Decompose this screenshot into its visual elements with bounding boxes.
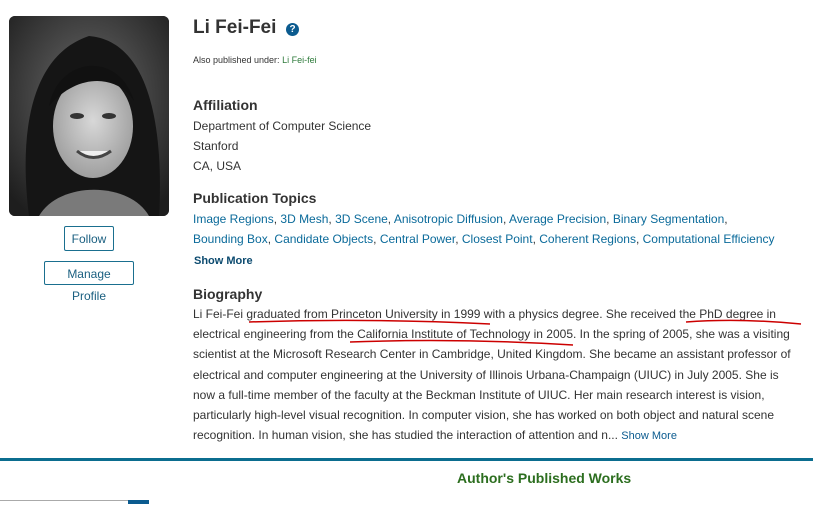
biography-line-last: recognition. In human vision, she has st… xyxy=(193,425,793,446)
affiliation-line: CA, USA xyxy=(193,159,242,173)
topic-link[interactable]: Image Regions xyxy=(193,212,274,226)
help-icon[interactable]: ? xyxy=(286,23,299,36)
biography-line: particularly high-level visual recogniti… xyxy=(193,408,774,423)
topic-link[interactable]: Computational Efficiency xyxy=(643,232,775,246)
topic-link[interactable]: Average Precision xyxy=(509,212,606,226)
topics-show-more-link[interactable]: Show More xyxy=(194,255,253,267)
biography-line: now a full-time member of the faculty at… xyxy=(193,387,765,402)
topic-link[interactable]: 3D Mesh xyxy=(280,212,328,226)
biography-text: Li Fei-Fei graduated from Princeton Univ… xyxy=(193,304,793,446)
published-works-heading: Author's Published Works xyxy=(457,470,632,486)
author-name: Li Fei-Fei xyxy=(193,17,277,38)
topic-link[interactable]: Coherent Regions xyxy=(539,232,636,246)
affiliation-line: Stanford xyxy=(193,139,239,153)
biography-line: Li Fei-Fei graduated from Princeton Univ… xyxy=(193,307,776,321)
profile-photo xyxy=(9,16,169,216)
biography-line: electrical and computer engineering at t… xyxy=(193,367,779,382)
topics-row: Image Regions, 3D Mesh, 3D Scene, Anisot… xyxy=(193,212,728,226)
topic-link[interactable]: 3D Scene xyxy=(335,212,388,226)
works-search-button[interactable] xyxy=(128,500,149,504)
topic-link[interactable]: Binary Segmentation xyxy=(613,212,724,226)
topics-heading: Publication Topics xyxy=(193,190,317,206)
topic-link[interactable]: Bounding Box xyxy=(193,232,268,246)
topic-link[interactable]: Anisotropic Diffusion xyxy=(394,212,503,226)
biography-heading: Biography xyxy=(193,286,263,302)
biography-line: electrical engineering from the Californ… xyxy=(193,327,790,342)
section-divider xyxy=(0,458,813,461)
alias-line: Also published under: Li Fei-fei xyxy=(193,55,317,65)
affiliation-line: Department of Computer Science xyxy=(193,119,372,133)
manage-profile-button[interactable]: Manage Profile xyxy=(44,261,134,303)
biography-show-more-link[interactable]: Show More xyxy=(621,430,677,442)
topic-link[interactable]: Central Power xyxy=(380,232,455,246)
topic-link[interactable]: Closest Point xyxy=(462,232,533,246)
biography-line: scientist at the Microsoft Research Cent… xyxy=(193,347,791,362)
works-search-input[interactable] xyxy=(0,500,128,505)
profile-photo-image xyxy=(9,16,169,216)
alias-name-link[interactable]: Li Fei-fei xyxy=(282,55,317,65)
alias-prefix: Also published under: xyxy=(193,55,280,65)
topics-row: Bounding Box, Candidate Objects, Central… xyxy=(193,232,775,246)
topic-link[interactable]: Candidate Objects xyxy=(274,232,373,246)
biography-line: recognition. In human vision, she has st… xyxy=(193,428,618,443)
follow-button[interactable]: Follow xyxy=(64,226,114,251)
affiliation-heading: Affiliation xyxy=(193,97,258,113)
